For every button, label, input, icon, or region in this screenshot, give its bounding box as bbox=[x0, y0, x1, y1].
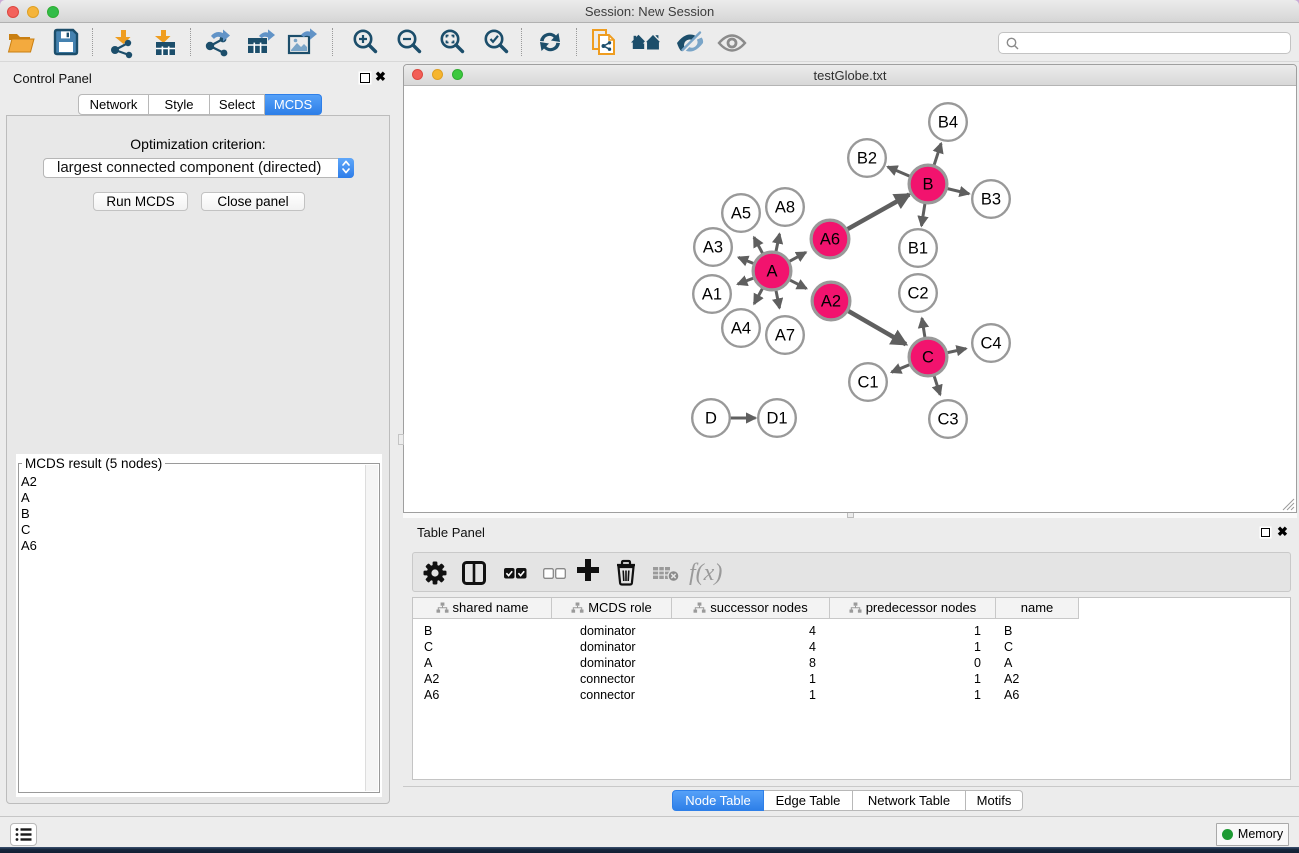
svg-text:A1: A1 bbox=[702, 286, 722, 304]
svg-text:A7: A7 bbox=[775, 327, 795, 345]
svg-text:f(x): f(x) bbox=[689, 560, 722, 586]
svg-text:C4: C4 bbox=[980, 335, 1001, 353]
svg-text:C1: C1 bbox=[857, 374, 878, 392]
svg-text:B: B bbox=[922, 176, 933, 194]
svg-text:A5: A5 bbox=[731, 205, 751, 223]
svg-text:D: D bbox=[705, 410, 717, 428]
svg-text:A8: A8 bbox=[775, 199, 795, 217]
svg-text:C2: C2 bbox=[907, 285, 928, 303]
svg-text:C: C bbox=[922, 349, 934, 367]
svg-text:A4: A4 bbox=[731, 320, 751, 338]
svg-text:B2: B2 bbox=[857, 150, 877, 168]
svg-text:B4: B4 bbox=[938, 114, 958, 132]
svg-text:C3: C3 bbox=[937, 411, 958, 429]
svg-text:B1: B1 bbox=[908, 240, 928, 258]
svg-text:A6: A6 bbox=[820, 231, 840, 249]
svg-text:B3: B3 bbox=[981, 191, 1001, 209]
svg-text:A3: A3 bbox=[703, 239, 723, 257]
svg-text:A2: A2 bbox=[821, 293, 841, 311]
svg-text:D1: D1 bbox=[766, 410, 787, 428]
svg-text:A: A bbox=[766, 263, 777, 281]
